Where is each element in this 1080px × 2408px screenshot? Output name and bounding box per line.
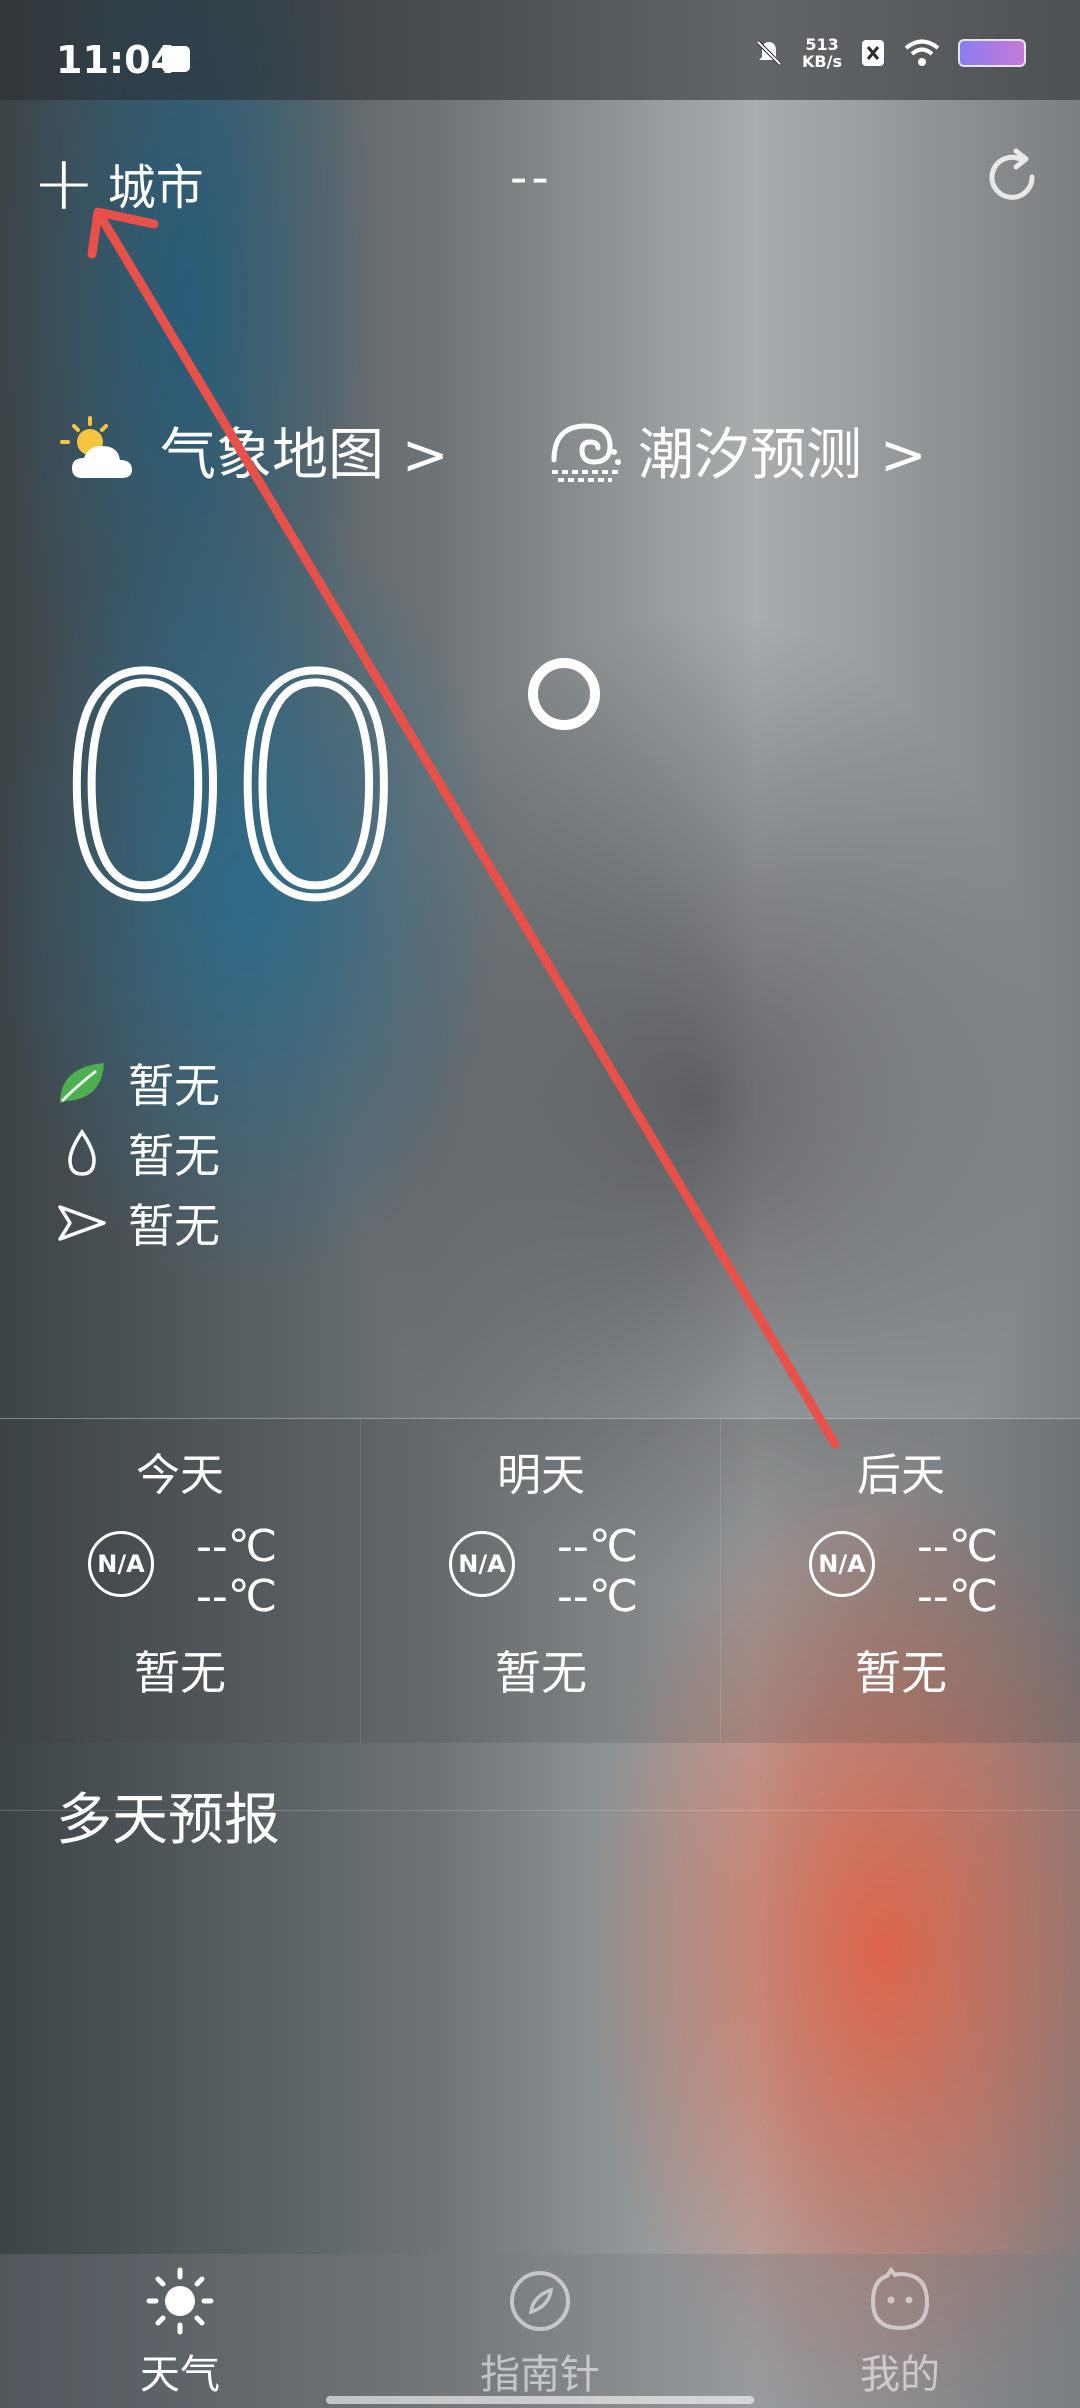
forecast-day-today[interactable]: 今天 N/A --℃ --℃ 暂无	[0, 1419, 360, 1743]
weather-map-label: 气象地图 >	[160, 423, 449, 488]
low-temp: --℃	[917, 1571, 999, 1622]
weather-na-icon: N/A	[809, 1531, 875, 1597]
nav-compass[interactable]: 指南针	[360, 2266, 720, 2400]
wifi-icon	[904, 39, 940, 66]
network-speed-value: 513	[805, 35, 839, 54]
high-temp: --℃	[196, 1521, 278, 1572]
water-drop-icon	[68, 1128, 96, 1176]
home-indicator[interactable]	[326, 2396, 754, 2404]
weather-app-screen: 11:04 513 KB/s + 城市 -- 气象地图 > 潮汐预测 > 00 …	[0, 0, 1080, 2408]
wind-direction-icon	[58, 1205, 106, 1241]
forecast-day-after-tomorrow[interactable]: 后天 N/A --℃ --℃ 暂无	[720, 1419, 1080, 1743]
nav-weather-label: 天气	[140, 2352, 220, 2398]
compass-icon	[510, 2271, 570, 2331]
partly-sunny-icon	[60, 415, 132, 478]
day-label: 后天	[857, 1450, 945, 1501]
weather-map-link[interactable]: 气象地图 >	[60, 410, 449, 491]
forecast-day-tomorrow[interactable]: 明天 N/A --℃ --℃ 暂无	[360, 1419, 721, 1743]
status-time: 11:04	[56, 38, 177, 82]
city-title: --	[510, 150, 553, 206]
status-indicators: 513 KB/s	[754, 36, 1026, 70]
mute-bell-icon	[756, 40, 782, 66]
current-temperature: 00	[46, 615, 416, 964]
sim-disabled-icon	[862, 40, 884, 66]
battery-icon	[958, 39, 1026, 67]
refresh-icon[interactable]	[980, 145, 1044, 209]
low-temp: --℃	[557, 1571, 639, 1622]
tide-forecast-link[interactable]: 潮汐预测 >	[548, 410, 927, 491]
day-weather: 暂无	[134, 1646, 226, 1700]
three-day-forecast: 今天 N/A --℃ --℃ 暂无 明天 N/A --℃ --℃ 暂无 后天 N…	[0, 1418, 1080, 1743]
wind-value: 暂无	[128, 1199, 220, 1253]
humidity-row: 暂无	[56, 1120, 220, 1186]
plus-icon: +	[32, 138, 96, 227]
network-speed: 513 KB/s	[802, 36, 842, 70]
add-city-button[interactable]: + 城市	[32, 138, 204, 227]
face-icon	[870, 2266, 930, 2331]
nav-compass-label: 指南针	[480, 2352, 600, 2398]
message-notification-icon	[162, 46, 190, 72]
network-speed-unit: KB/s	[802, 52, 842, 71]
nav-profile[interactable]: 我的	[720, 2266, 1080, 2400]
tide-forecast-label: 潮汐预测 >	[638, 423, 927, 488]
wind-row: 暂无	[56, 1190, 220, 1256]
leaf-icon	[60, 1063, 104, 1103]
tide-icon	[551, 422, 621, 482]
day-label: 今天	[136, 1450, 224, 1501]
weather-na-icon: N/A	[88, 1531, 154, 1597]
add-city-label: 城市	[107, 160, 204, 216]
sun-icon	[146, 2267, 214, 2335]
humidity-value: 暂无	[128, 1129, 220, 1183]
high-temp: --℃	[917, 1521, 999, 1572]
nav-weather[interactable]: 天气	[0, 2266, 360, 2400]
multi-day-forecast-title: 多天预报	[56, 1788, 280, 1853]
weather-na-icon: N/A	[449, 1531, 515, 1597]
air-quality-value: 暂无	[128, 1059, 220, 1113]
bottom-navigation: 天气 指南针 我的	[0, 2254, 1080, 2408]
air-quality-row: 暂无	[56, 1050, 220, 1116]
high-temp: --℃	[557, 1521, 639, 1572]
day-weather: 暂无	[855, 1646, 947, 1700]
nav-profile-label: 我的	[860, 2352, 940, 2398]
day-weather: 暂无	[495, 1646, 587, 1700]
degree-symbol	[528, 658, 600, 730]
low-temp: --℃	[196, 1571, 278, 1622]
day-label: 明天	[497, 1450, 585, 1501]
